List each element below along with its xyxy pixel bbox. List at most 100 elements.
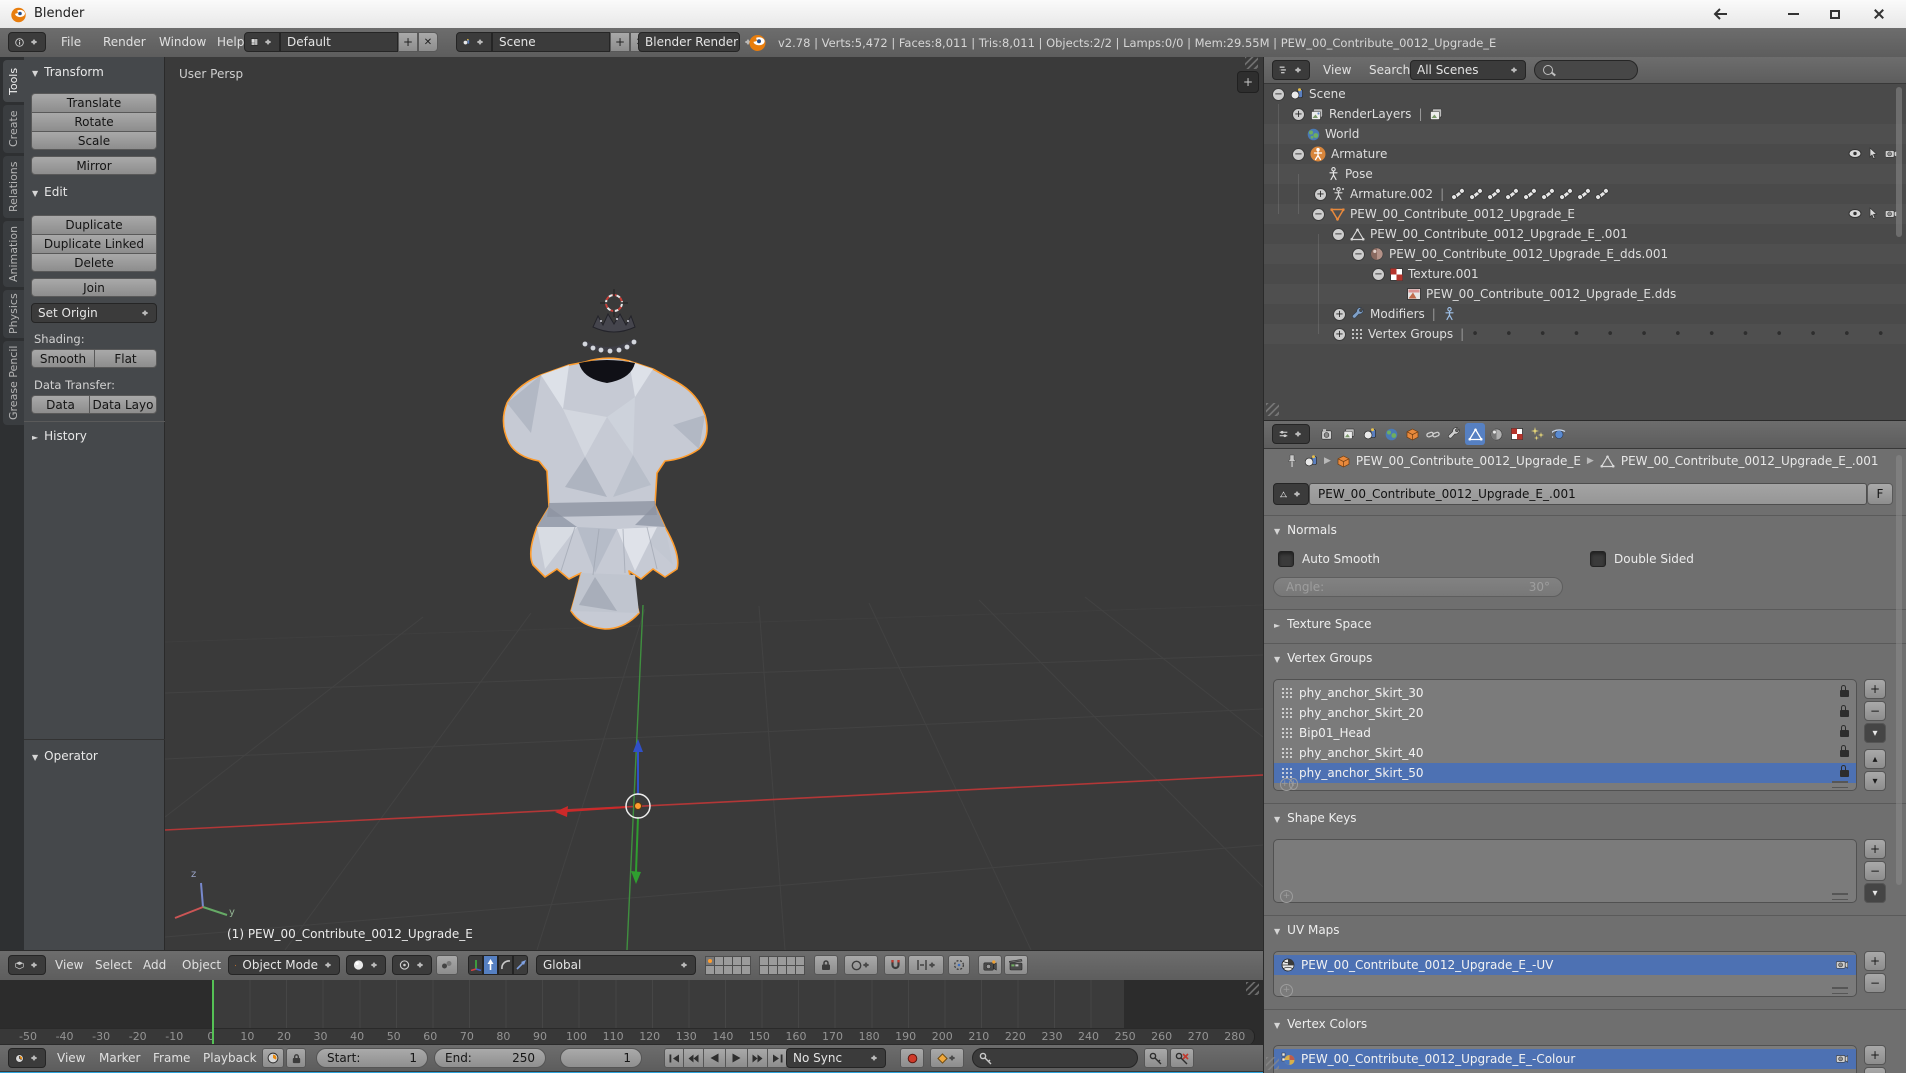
outliner-row-renderlayers[interactable]: RenderLayers | [1292, 104, 1443, 124]
manipulate-center-points-button[interactable] [436, 955, 458, 975]
panel-vertex-groups-header[interactable]: Vertex Groups [1274, 651, 1372, 665]
timeline-menu-marker[interactable]: Marker [92, 1051, 147, 1065]
expand-icon[interactable] [1314, 188, 1327, 201]
vcol-render-camera-icon[interactable] [1835, 1052, 1849, 1066]
panel-operator-header[interactable]: Operator [32, 749, 98, 763]
transform-orientation-dropdown[interactable]: Global [536, 955, 696, 975]
add-screen-layout-button[interactable] [398, 32, 418, 52]
collapse-icon[interactable] [1332, 228, 1345, 241]
collapse-icon[interactable] [1352, 248, 1365, 261]
pivot-point-dropdown[interactable] [392, 955, 432, 975]
panel-texture-space-header[interactable]: Texture Space [1274, 617, 1371, 631]
tab-world[interactable] [1381, 423, 1401, 445]
delete-button[interactable]: Delete [31, 253, 157, 272]
previous-keyframe-button[interactable] [684, 1048, 704, 1068]
panel-vertex-colors-header[interactable]: Vertex Colors [1274, 1017, 1367, 1031]
play-reverse-button[interactable] [704, 1048, 726, 1068]
current-frame-field[interactable]: 1 [560, 1048, 642, 1068]
outliner-row-mesh-data[interactable]: PEW_00_Contribute_0012_Upgrade_E_.001 [1332, 224, 1628, 244]
translate-manipulator-button[interactable] [483, 955, 498, 975]
open-properties-region-button[interactable] [1237, 71, 1259, 93]
manipulator-toggle-button[interactable] [468, 955, 483, 975]
outliner-row-armature[interactable]: Armature [1292, 144, 1387, 164]
vertex-group-item[interactable]: phy_anchor_Skirt_30 [1274, 683, 1856, 703]
snap-target-button[interactable] [948, 955, 970, 975]
lock-to-scene-button[interactable] [814, 955, 838, 975]
collapse-icon[interactable] [1372, 268, 1385, 281]
editor-type-info-dropdown[interactable] [8, 32, 46, 52]
area-resize-corner[interactable] [1245, 57, 1258, 69]
tab-create[interactable]: Create [3, 105, 24, 153]
remove-vertex-group-button[interactable] [1864, 701, 1886, 721]
screen-layout-browse[interactable] [244, 32, 280, 52]
tab-particles[interactable] [1528, 423, 1548, 445]
viewport-3d[interactable]: User Persp (1) PEW_00_Contribute_0012_Up… [165, 57, 1263, 950]
scene-browse[interactable] [456, 32, 492, 52]
outliner-row-image[interactable]: PEW_00_Contribute_0012_Upgrade_E.dds [1264, 284, 1906, 304]
tab-modifiers[interactable] [1444, 423, 1464, 445]
add-vertex-group-button[interactable] [1864, 679, 1886, 699]
proportional-edit-dropdown[interactable] [844, 955, 878, 975]
tab-grease-pencil[interactable]: Grease Pencil [3, 341, 24, 425]
menu-window[interactable]: Window [152, 35, 213, 49]
tab-relations[interactable]: Relations [3, 156, 24, 218]
panel-edit-header[interactable]: Edit [32, 185, 67, 199]
jump-to-start-button[interactable] [664, 1048, 684, 1068]
duplicate-button[interactable]: Duplicate [31, 215, 157, 234]
tab-physics[interactable] [1549, 423, 1569, 445]
render-opengl-anim-button[interactable] [1004, 955, 1028, 975]
double-sided-checkbox[interactable] [1590, 551, 1606, 567]
outliner-row-material[interactable]: PEW_00_Contribute_0012_Upgrade_E_dds.001 [1264, 244, 1906, 264]
selectability-cursor-icon[interactable] [1868, 207, 1878, 219]
outliner-row-armature-data[interactable]: Armature.002 | [1314, 184, 1613, 204]
menu-render[interactable]: Render [96, 35, 153, 49]
add-uv-map-button[interactable] [1864, 951, 1886, 971]
vertex-group-item[interactable]: Bip01_Head [1274, 723, 1856, 743]
add-vertex-color-button[interactable] [1864, 1045, 1886, 1065]
uv-render-camera-icon[interactable] [1835, 958, 1849, 972]
timeline-menu-view[interactable]: View [50, 1051, 92, 1065]
timeline-ruler[interactable]: -50-40-30-20-100102030405060708090100110… [0, 1028, 1255, 1044]
editor-type-3dview-dropdown[interactable] [8, 955, 46, 975]
viewport-menu-view[interactable]: View [48, 958, 90, 972]
viewport-menu-add[interactable]: Add [136, 958, 173, 972]
panel-uv-maps-header[interactable]: UV Maps [1274, 923, 1340, 937]
duplicate-linked-button[interactable]: Duplicate Linked [31, 234, 157, 253]
visibility-eye-icon[interactable] [1848, 209, 1862, 218]
panel-normals-header[interactable]: Normals [1274, 523, 1337, 537]
area-resize-corner[interactable] [1246, 982, 1259, 995]
rotate-manipulator-button[interactable] [498, 955, 513, 975]
maximize-button[interactable] [1818, 3, 1852, 25]
outliner-row-vertex-groups[interactable]: Vertex Groups | • • • • • • • • • • • • … [1264, 324, 1906, 344]
scene-name[interactable]: Scene [492, 32, 610, 52]
snap-element-dropdown[interactable] [908, 955, 944, 975]
vertex-group-item[interactable]: phy_anchor_Skirt_40 [1274, 743, 1856, 763]
mirror-button[interactable]: Mirror [31, 156, 157, 175]
use-preview-range-button[interactable] [262, 1048, 284, 1068]
uv-map-item-selected[interactable]: PEW_00_Contribute_0012_Upgrade_E_-UV [1274, 955, 1856, 975]
play-button[interactable] [726, 1048, 748, 1068]
panel-transform-header[interactable]: Transform [32, 65, 104, 79]
viewport-menu-select[interactable]: Select [88, 958, 139, 972]
auto-smooth-angle-slider[interactable]: Angle:30° [1273, 577, 1563, 597]
auto-smooth-checkbox[interactable] [1278, 551, 1294, 567]
add-scene-button[interactable] [610, 32, 630, 52]
shade-smooth-button[interactable]: Smooth [31, 349, 94, 368]
lock-icon[interactable] [1840, 710, 1849, 717]
list-resize-grip[interactable] [1832, 893, 1848, 900]
tab-tools[interactable]: Tools [3, 60, 24, 102]
tab-scene[interactable] [1360, 423, 1380, 445]
lock-frame-range-button[interactable] [286, 1048, 306, 1068]
mesh-data-icon[interactable] [1600, 455, 1615, 468]
outliner-row-scene[interactable]: Scene [1272, 84, 1346, 104]
outliner-row-mesh-object[interactable]: PEW_00_Contribute_0012_Upgrade_E [1264, 204, 1906, 224]
fake-user-button[interactable]: F [1867, 483, 1893, 505]
vertex-color-item-selected[interactable]: PEW_00_Contribute_0012_Upgrade_E_-Colour [1274, 1049, 1856, 1069]
join-button[interactable]: Join [31, 278, 157, 297]
current-frame-indicator[interactable] [212, 980, 214, 1044]
timeline-editor[interactable]: -50-40-30-20-100102030405060708090100110… [0, 980, 1263, 1044]
screen-layout-name[interactable]: Default [280, 32, 398, 52]
vertex-group-item-selected[interactable]: phy_anchor_Skirt_50 [1274, 763, 1856, 783]
jump-to-end-button[interactable] [768, 1048, 788, 1068]
back-arrow-icon[interactable] [1712, 7, 1728, 21]
